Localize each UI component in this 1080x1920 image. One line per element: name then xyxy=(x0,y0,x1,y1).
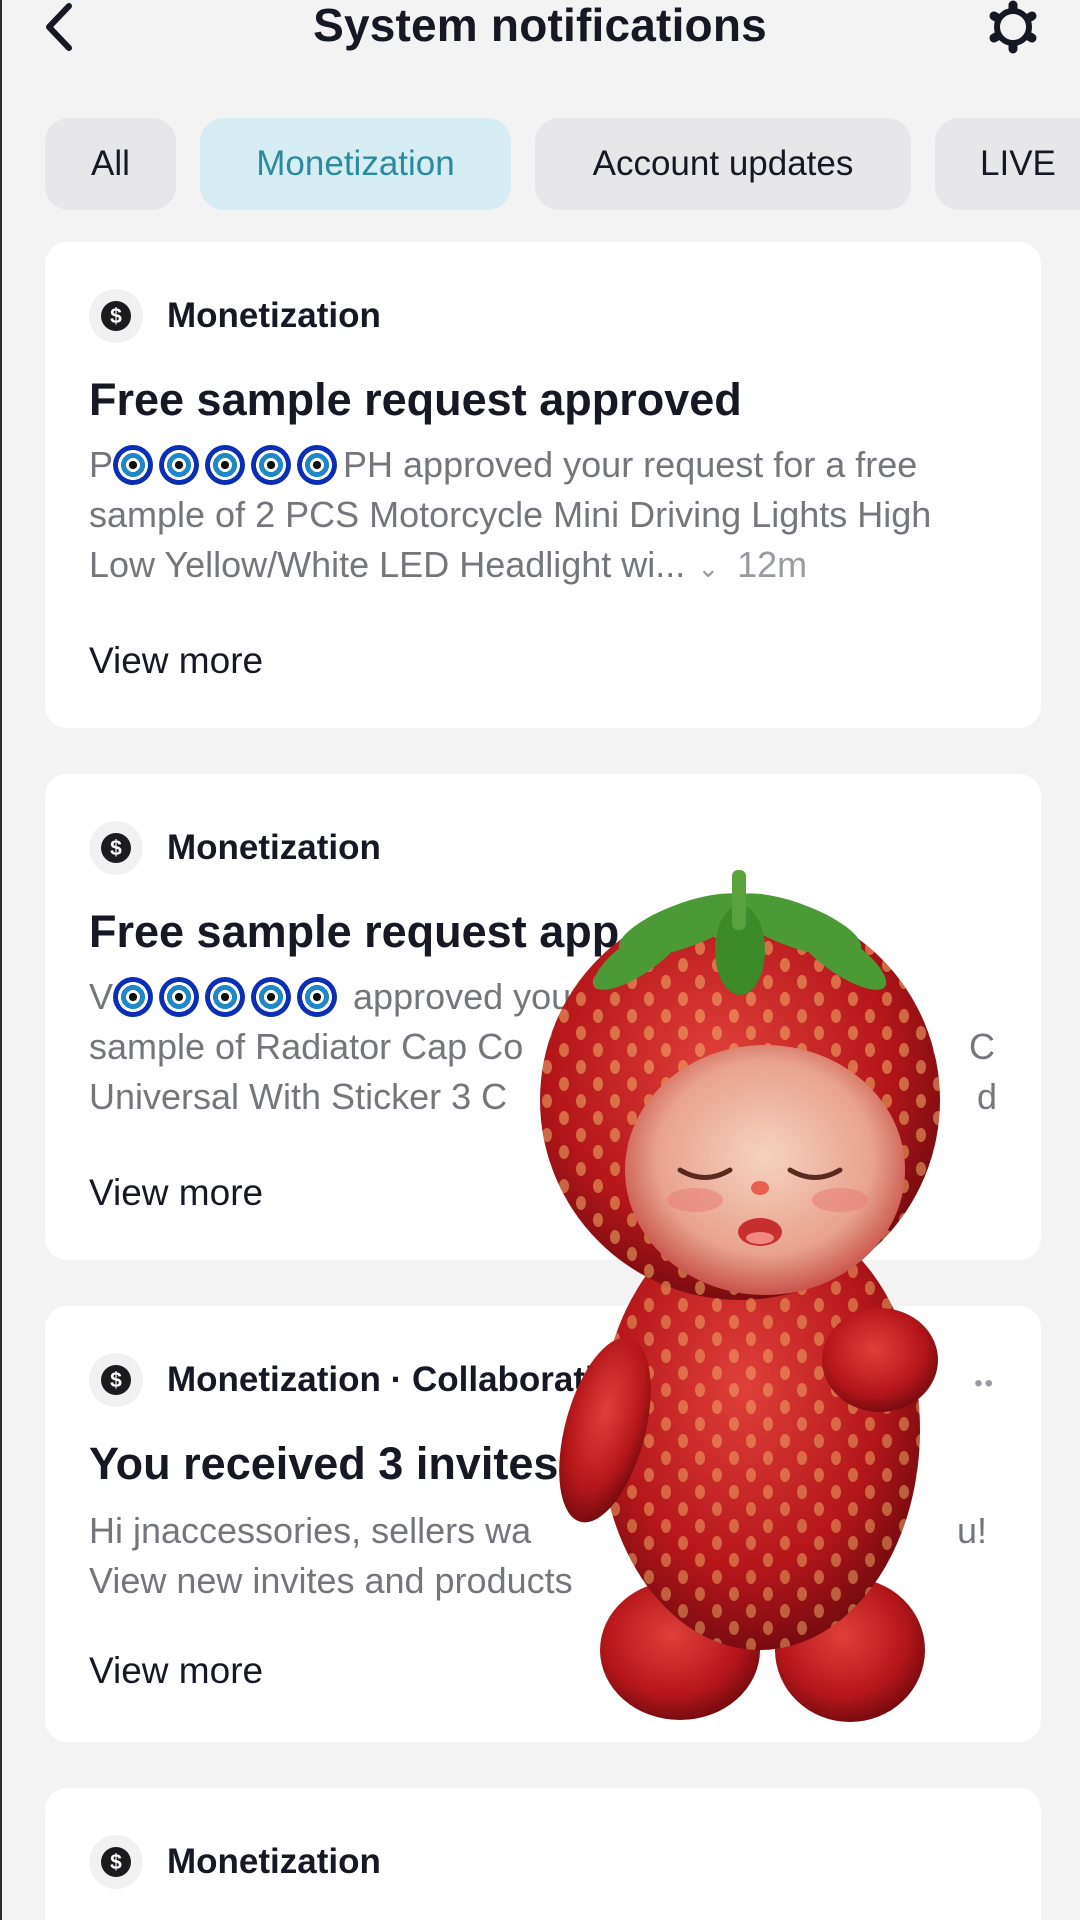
body-text-line3: Universal With Sticker 3 C xyxy=(89,1076,508,1117)
evil-eye-icon xyxy=(159,445,200,485)
view-more-link[interactable]: View more xyxy=(89,1172,263,1214)
card-body: Hi jnaccessories, sellers wa u! View new … xyxy=(89,1506,999,1606)
dollar-icon: $ xyxy=(101,301,131,331)
evil-eye-icon xyxy=(113,445,154,485)
header: System notifications xyxy=(0,0,1080,60)
notification-card[interactable]: $ Monetization Free sample request appro… xyxy=(45,242,1041,728)
body-text-line2: sample of Radiator Cap Co xyxy=(89,1026,524,1067)
view-more-link[interactable]: View more xyxy=(89,1650,263,1692)
dollar-icon: $ xyxy=(101,1365,131,1395)
monetization-badge: $ xyxy=(89,1353,143,1407)
view-more-link[interactable]: View more xyxy=(89,640,263,682)
card-category: Monetization xyxy=(167,1842,381,1881)
category-tabs: All Monetization Account updates LIVE xyxy=(45,118,1080,210)
dollar-icon: $ xyxy=(101,833,131,863)
card-title: You received 3 invites xyxy=(89,1438,559,1489)
evil-eye-icon xyxy=(297,977,338,1017)
card-category: Monetization · Collaboratio xyxy=(167,1360,617,1399)
body-text-line3-tail: d xyxy=(977,1076,998,1117)
notification-card[interactable]: $ Monetization Free sample request app V… xyxy=(45,774,1041,1260)
timestamp: 12m xyxy=(737,544,808,585)
tab-all[interactable]: All xyxy=(45,118,176,210)
body-text-line2-tail: C xyxy=(969,1026,995,1067)
page-title: System notifications xyxy=(313,0,767,51)
card-header: $ Monetization xyxy=(89,1834,381,1890)
body-text-line1-tail: u! xyxy=(957,1510,988,1551)
left-edge-border xyxy=(0,0,2,1920)
card-header: $ Monetization · Collaboratio xyxy=(89,1352,616,1408)
card-header: $ Monetization xyxy=(89,820,381,876)
tab-monetization[interactable]: Monetization xyxy=(200,118,511,210)
evil-eye-icon xyxy=(297,445,338,485)
monetization-badge: $ xyxy=(89,821,143,875)
chevron-down-icon[interactable]: ⌄ xyxy=(697,553,719,583)
evil-eye-icon xyxy=(159,977,200,1017)
tab-live[interactable]: LIVE xyxy=(935,118,1080,210)
card-body: V approved your sample of Radiator Cap C… xyxy=(89,972,999,1122)
card-header: $ Monetization xyxy=(89,288,381,344)
evil-eye-icon xyxy=(251,977,292,1017)
card-title: Free sample request app xyxy=(89,906,620,957)
dollar-icon: $ xyxy=(101,1847,131,1877)
card-category: Monetization xyxy=(167,296,381,335)
body-text-line1: Hi jnaccessories, sellers wa xyxy=(89,1510,532,1551)
body-prefix: V xyxy=(89,976,114,1017)
notification-card[interactable]: $ Monetization · Collaboratio •• You rec… xyxy=(45,1306,1041,1742)
monetization-badge: $ xyxy=(89,1835,143,1889)
evil-eye-icon xyxy=(251,445,292,485)
monetization-badge: $ xyxy=(89,289,143,343)
settings-button[interactable] xyxy=(984,0,1042,54)
card-title: Free sample request approved xyxy=(89,374,742,425)
evil-eye-icon xyxy=(205,977,246,1017)
gear-icon xyxy=(989,0,1037,54)
card-category: Monetization xyxy=(167,828,381,867)
more-options-icon[interactable]: •• xyxy=(974,1370,995,1398)
card-body: P PH approved your request for a free sam… xyxy=(89,440,999,593)
body-text: approved your xyxy=(353,976,584,1017)
evil-eye-icon xyxy=(205,445,246,485)
body-text-line2: View new invites and products xyxy=(89,1560,573,1601)
body-prefix: P xyxy=(89,444,114,485)
notification-card[interactable]: $ Monetization xyxy=(45,1788,1041,1920)
tab-account-updates[interactable]: Account updates xyxy=(535,118,911,210)
evil-eye-icon xyxy=(113,977,154,1017)
